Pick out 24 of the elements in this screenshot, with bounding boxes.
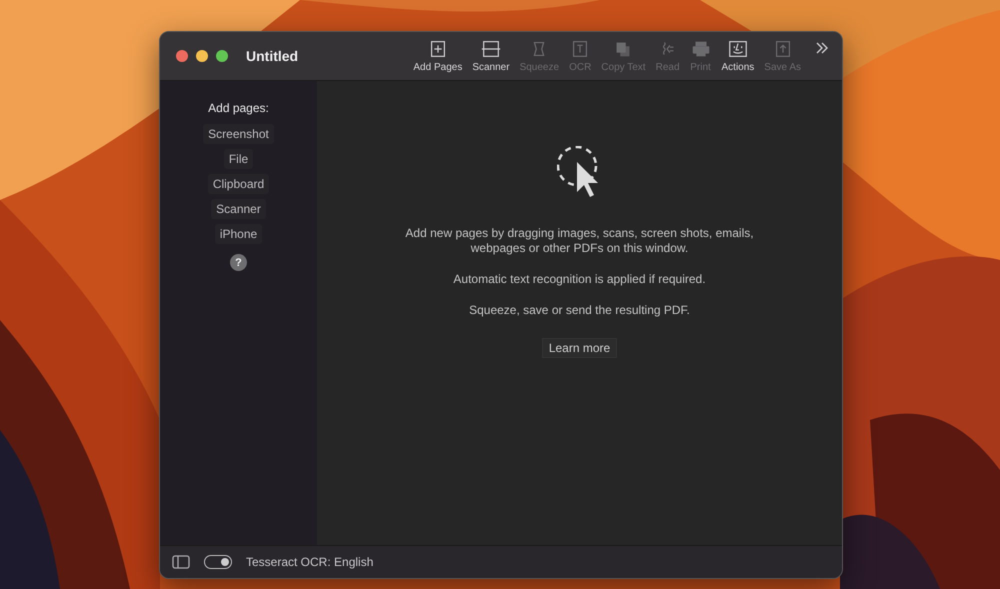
sidebar-item[interactable]: Scanner: [211, 199, 266, 219]
toolbar-button[interactable]: Actions: [716, 39, 760, 73]
zoom-button[interactable]: [216, 50, 228, 62]
toolbar-button[interactable]: Scanner: [467, 39, 515, 73]
learn-more-button[interactable]: Learn more: [542, 338, 618, 358]
instruction-text: Squeeze, save or send the resulting PDF.: [469, 303, 690, 318]
minimize-button[interactable]: [196, 50, 208, 62]
sidebar-item[interactable]: iPhone: [214, 224, 262, 244]
sidebar-toggle-icon[interactable]: [172, 555, 190, 569]
sidebar-item[interactable]: Screenshot: [203, 124, 274, 144]
ocr-switch[interactable]: [204, 555, 232, 569]
instruction-text: Automatic text recognition is applied if required.: [453, 272, 706, 287]
sidebar-item[interactable]: Clipboard: [208, 174, 270, 194]
chevrons-icon: [816, 42, 828, 54]
close-button[interactable]: [176, 50, 188, 62]
finder-face-icon: [726, 39, 749, 59]
instruction-text: Add new pages by dragging images, scans, screen shots, emails, webpages or other PDFs on this window.: [404, 226, 755, 256]
ocr-label: Tesseract OCR: English: [246, 555, 374, 569]
toolbar-button[interactable]: Add Pages: [408, 39, 468, 73]
sidebar-item[interactable]: File: [224, 149, 254, 169]
scanner-icon: [480, 39, 502, 59]
sidebar-heading: Add pages:: [208, 101, 269, 115]
window-title: Untitled: [246, 48, 300, 64]
help-button[interactable]: ?: [230, 254, 247, 271]
